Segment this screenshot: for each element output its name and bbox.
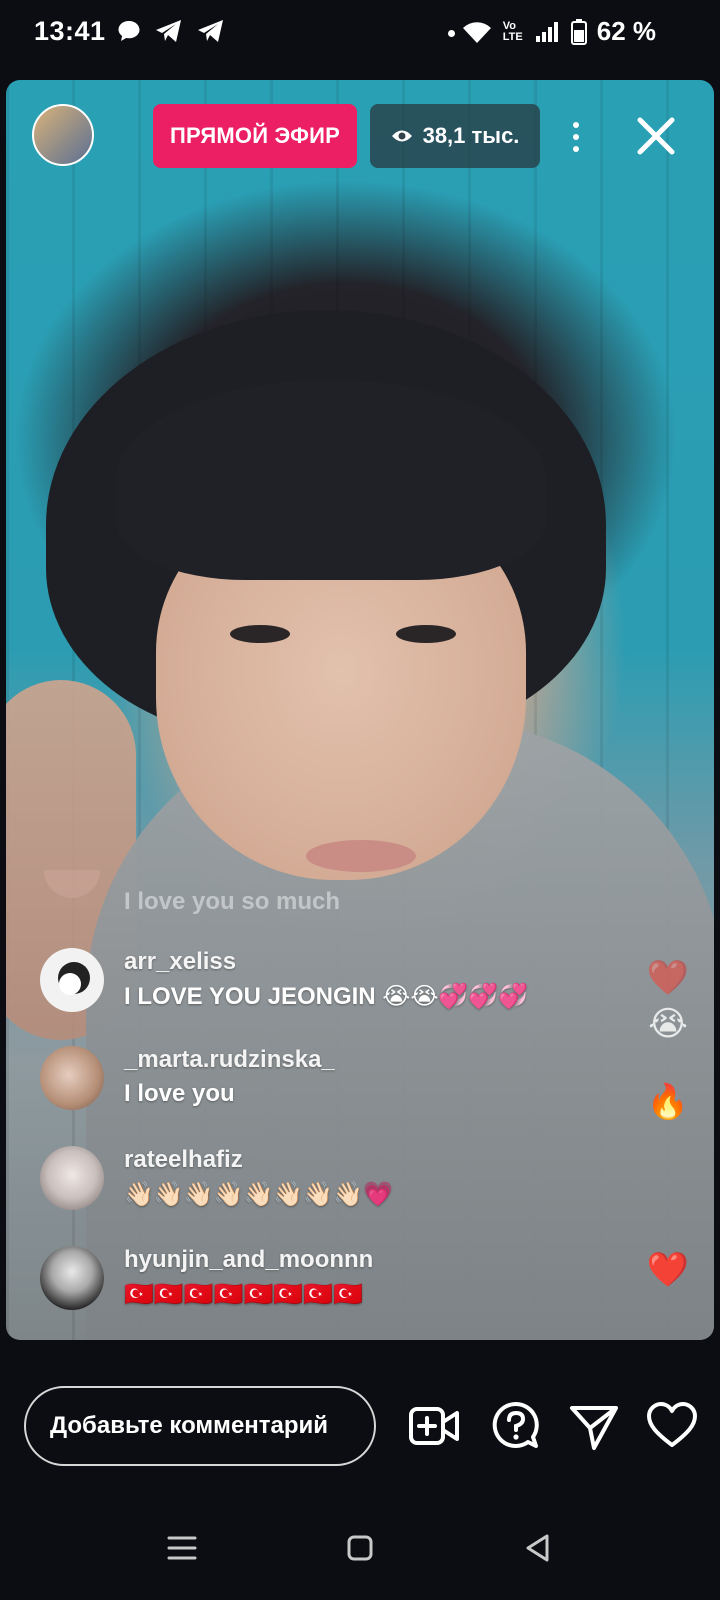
faded-comment: I love you so much: [124, 888, 341, 915]
video-eye-right: [396, 625, 456, 643]
avatar[interactable]: [40, 948, 104, 1012]
network-type: Vo LTE: [502, 19, 523, 43]
telegram-icon: [156, 20, 181, 42]
more-options-button[interactable]: [562, 112, 590, 162]
telegram-icon: [198, 20, 223, 42]
comment-item[interactable]: _marta.rudzinska_ I love you: [40, 1046, 640, 1136]
chat-bubble-icon: [118, 21, 140, 41]
question-icon[interactable]: [490, 1400, 542, 1452]
home-icon[interactable]: [342, 1530, 378, 1566]
video-eye-left: [230, 625, 290, 643]
comment-text: I love you: [124, 1080, 235, 1107]
status-bar: 13:41 Vo LTE 62 %: [0, 0, 720, 66]
comment-username[interactable]: arr_xeliss: [124, 948, 236, 976]
add-video-icon[interactable]: [408, 1400, 460, 1452]
comment-input[interactable]: Добавьте комментарий: [24, 1386, 376, 1466]
viewer-count[interactable]: 38,1 тыс.: [370, 104, 540, 168]
viewer-count-label: 38,1 тыс.: [422, 123, 520, 148]
reaction-fire: 🔥: [646, 1083, 690, 1121]
back-icon[interactable]: [520, 1530, 556, 1566]
battery-level: 62 %: [596, 16, 656, 46]
comment-username[interactable]: hyunjin_and_moonnn: [124, 1246, 373, 1274]
comment-username[interactable]: rateelhafiz: [124, 1146, 243, 1174]
comment-username[interactable]: _marta.rudzinska_: [124, 1046, 335, 1074]
live-badge-label: ПРЯМОЙ ЭФИР: [170, 123, 340, 148]
battery-icon: [570, 18, 587, 45]
eye-icon: [391, 130, 412, 142]
send-icon[interactable]: [568, 1400, 620, 1452]
avatar[interactable]: [40, 1146, 104, 1210]
reaction-heart: ❤️: [646, 959, 690, 997]
recents-icon[interactable]: [164, 1530, 200, 1566]
host-avatar[interactable]: [32, 104, 94, 166]
comment-item[interactable]: rateelhafiz 👋🏻👋🏻👋🏻👋🏻👋🏻👋🏻👋🏻👋🏻💗: [40, 1146, 640, 1236]
notification-icons: [116, 18, 226, 44]
avatar[interactable]: [40, 1246, 104, 1310]
video-fringe: [116, 380, 546, 580]
reaction-heart: ❤️: [646, 1251, 690, 1289]
comment-text: 👋🏻👋🏻👋🏻👋🏻👋🏻👋🏻👋🏻👋🏻💗: [124, 1181, 393, 1208]
avatar[interactable]: [40, 1046, 104, 1110]
video-lips: [306, 840, 416, 872]
comment-item[interactable]: arr_xeliss I LOVE YOU JEONGIN 😭😭💞💞💞: [40, 948, 640, 1038]
heart-icon[interactable]: [646, 1400, 698, 1452]
comment-text: 🇹🇷🇹🇷🇹🇷🇹🇷🇹🇷🇹🇷🇹🇷🇹🇷: [124, 1281, 364, 1308]
comment-text: I LOVE YOU JEONGIN 😭😭💞💞💞: [124, 983, 529, 1010]
notification-dot: [448, 30, 455, 37]
wifi-icon: [462, 21, 491, 43]
comment-item[interactable]: hyunjin_and_moonnn 🇹🇷🇹🇷🇹🇷🇹🇷🇹🇷🇹🇷🇹🇷🇹🇷: [40, 1246, 640, 1336]
live-badge: ПРЯМОЙ ЭФИР: [153, 104, 357, 168]
close-icon[interactable]: [630, 110, 682, 162]
system-status: Vo LTE 62 %: [461, 16, 656, 47]
signal-icon: [535, 21, 558, 42]
reaction-crying: 😭: [648, 1005, 688, 1043]
status-time: 13:41: [34, 16, 106, 46]
